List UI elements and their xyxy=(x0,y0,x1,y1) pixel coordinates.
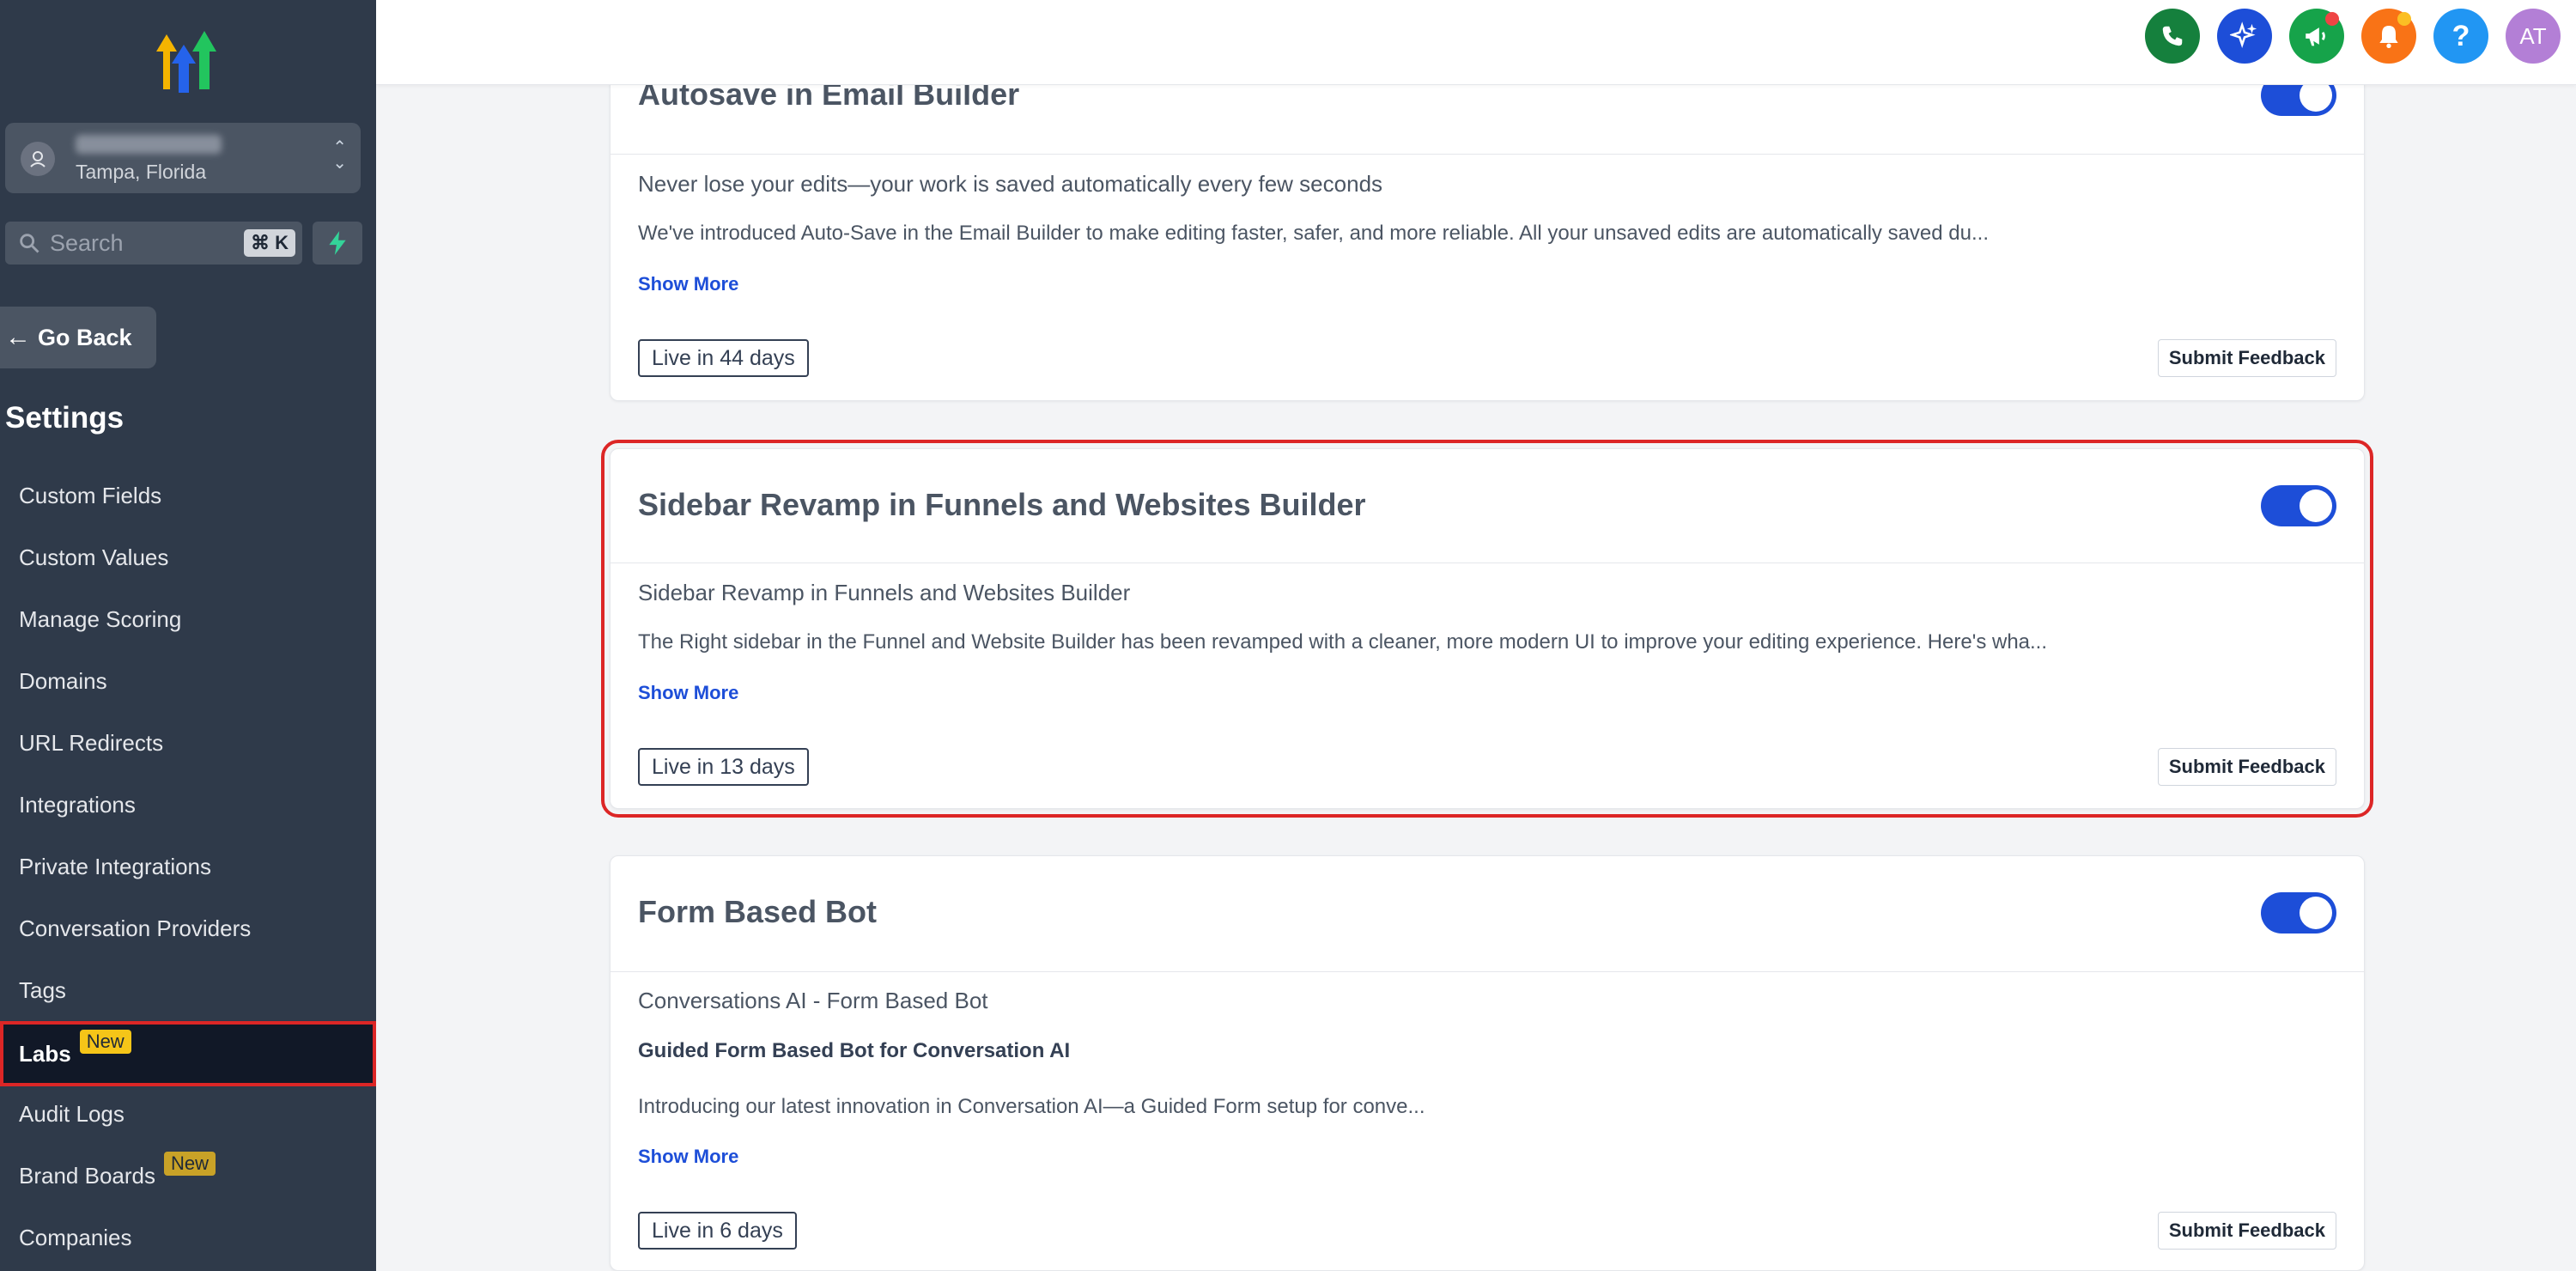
top-bar: ? AT xyxy=(376,0,2576,85)
quick-action-button[interactable] xyxy=(313,222,362,265)
sidebar-item-label: Companies xyxy=(19,1224,132,1250)
search-input[interactable]: Search ⌘ K xyxy=(5,222,302,265)
new-badge: New xyxy=(79,1030,131,1054)
settings-heading: Settings xyxy=(5,401,125,435)
sidebar-item-labs[interactable]: Labs New xyxy=(0,1021,376,1086)
location-name-blurred xyxy=(76,135,222,154)
help-icon: ? xyxy=(2451,19,2470,52)
lab-feature-card: Form Based Bot Conversations AI - Form B… xyxy=(610,855,2365,1271)
sidebar-item-label: Conversation Providers xyxy=(19,915,252,941)
sidebar-item-brand-boards[interactable]: Brand Boards New xyxy=(0,1145,376,1207)
sidebar-item-label: Tags xyxy=(19,976,66,1003)
sidebar-item-domains[interactable]: Domains xyxy=(0,650,376,712)
location-city: Tampa, Florida xyxy=(76,161,207,183)
sidebar-item-label: URL Redirects xyxy=(19,729,164,756)
live-countdown-badge: Live in 44 days xyxy=(638,339,809,377)
sidebar-item-label: Labs xyxy=(19,1040,71,1067)
sidebar-item-tags[interactable]: Tags xyxy=(0,959,376,1021)
card-description: Introducing our latest innovation in Con… xyxy=(638,1095,1425,1118)
sidebar-item-label: Custom Fields xyxy=(19,482,162,508)
sidebar-item-private-integrations[interactable]: Private Integrations xyxy=(0,836,376,897)
notifications-button[interactable] xyxy=(2361,9,2416,64)
chevron-updown-icon: ⌃ ⌄ xyxy=(332,138,347,173)
submit-feedback-button[interactable]: Submit Feedback xyxy=(2157,1212,2336,1250)
app-logo[interactable] xyxy=(151,26,220,94)
help-button[interactable]: ? xyxy=(2433,9,2488,64)
show-more-link[interactable]: Show More xyxy=(638,273,738,295)
new-badge: New xyxy=(163,1152,216,1176)
show-more-link[interactable]: Show More xyxy=(638,682,738,704)
card-description: The Right sidebar in the Funnel and Webs… xyxy=(638,630,2048,654)
sidebar-item-manage-scoring[interactable]: Manage Scoring xyxy=(0,588,376,650)
search-placeholder: Search xyxy=(50,229,124,256)
sidebar-item-integrations[interactable]: Integrations xyxy=(0,774,376,836)
go-back-button[interactable]: ← Go Back xyxy=(0,307,156,368)
card-divider xyxy=(611,154,2364,155)
sidebar: Tampa, Florida ⌃ ⌄ Search ⌘ K ← Go Back S… xyxy=(0,0,376,1271)
submit-feedback-button[interactable]: Submit Feedback xyxy=(2157,339,2336,377)
card-divider xyxy=(611,971,2364,972)
card-subtitle: Conversations AI - Form Based Bot xyxy=(638,988,988,1013)
show-more-link[interactable]: Show More xyxy=(638,1146,738,1168)
ai-assistant-button[interactable] xyxy=(2217,9,2272,64)
card-bold-line: Guided Form Based Bot for Conversation A… xyxy=(638,1039,1071,1062)
megaphone-icon xyxy=(2306,27,2325,46)
lightning-icon xyxy=(329,231,346,255)
card-title: Sidebar Revamp in Funnels and Websites B… xyxy=(638,487,1366,522)
bell-icon xyxy=(2379,26,2398,48)
sidebar-item-label: Manage Scoring xyxy=(19,605,182,632)
card-description: We've introduced Auto-Save in the Email … xyxy=(638,222,1989,245)
sidebar-item-label: Integrations xyxy=(19,791,136,818)
card-subtitle: Sidebar Revamp in Funnels and Websites B… xyxy=(638,580,1131,605)
sidebar-item-custom-values[interactable]: Custom Values xyxy=(0,526,376,588)
card-title: Form Based Bot xyxy=(638,894,878,929)
announcements-button[interactable] xyxy=(2289,9,2344,64)
lab-feature-card-highlighted: Sidebar Revamp in Funnels and Websites B… xyxy=(601,440,2373,818)
search-icon xyxy=(20,234,39,253)
sidebar-item-custom-fields[interactable]: Custom Fields xyxy=(0,465,376,526)
arrow-left-icon: ← xyxy=(5,323,31,351)
sidebar-item-conversation-providers[interactable]: Conversation Providers xyxy=(0,897,376,959)
sidebar-item-label: Brand Boards xyxy=(19,1162,155,1189)
user-avatar[interactable]: AT xyxy=(2506,9,2561,64)
feature-toggle[interactable] xyxy=(2261,892,2336,933)
location-switcher[interactable]: Tampa, Florida ⌃ ⌄ xyxy=(5,123,361,193)
location-icon xyxy=(21,142,55,176)
live-countdown-badge: Live in 6 days xyxy=(638,1212,797,1250)
sidebar-item-audit-logs[interactable]: Audit Logs xyxy=(0,1083,376,1145)
sidebar-item-companies[interactable]: Companies xyxy=(0,1207,376,1268)
notification-dot xyxy=(2325,12,2339,26)
shortcut-hint: ⌘ K xyxy=(244,229,295,257)
phone-icon xyxy=(2162,26,2183,46)
sidebar-item-label: Custom Values xyxy=(19,544,169,570)
submit-feedback-button[interactable]: Submit Feedback xyxy=(2157,748,2336,786)
sidebar-item-label: Audit Logs xyxy=(19,1100,125,1127)
sparkle-icon xyxy=(2230,21,2257,48)
phone-button[interactable] xyxy=(2145,9,2200,64)
notification-dot xyxy=(2397,12,2411,26)
sidebar-item-label: Domains xyxy=(19,667,107,694)
sidebar-item-label: Private Integrations xyxy=(19,853,212,879)
go-back-label: Go Back xyxy=(38,324,132,350)
lab-feature-card: Autosave in Email Builder Never lose you… xyxy=(610,34,2365,401)
live-countdown-badge: Live in 13 days xyxy=(638,748,809,786)
avatar-initials: AT xyxy=(2519,22,2547,49)
card-subtitle: Never lose your edits—your work is saved… xyxy=(638,171,1383,197)
sidebar-item-url-redirects[interactable]: URL Redirects xyxy=(0,712,376,774)
feature-toggle[interactable] xyxy=(2261,485,2336,526)
